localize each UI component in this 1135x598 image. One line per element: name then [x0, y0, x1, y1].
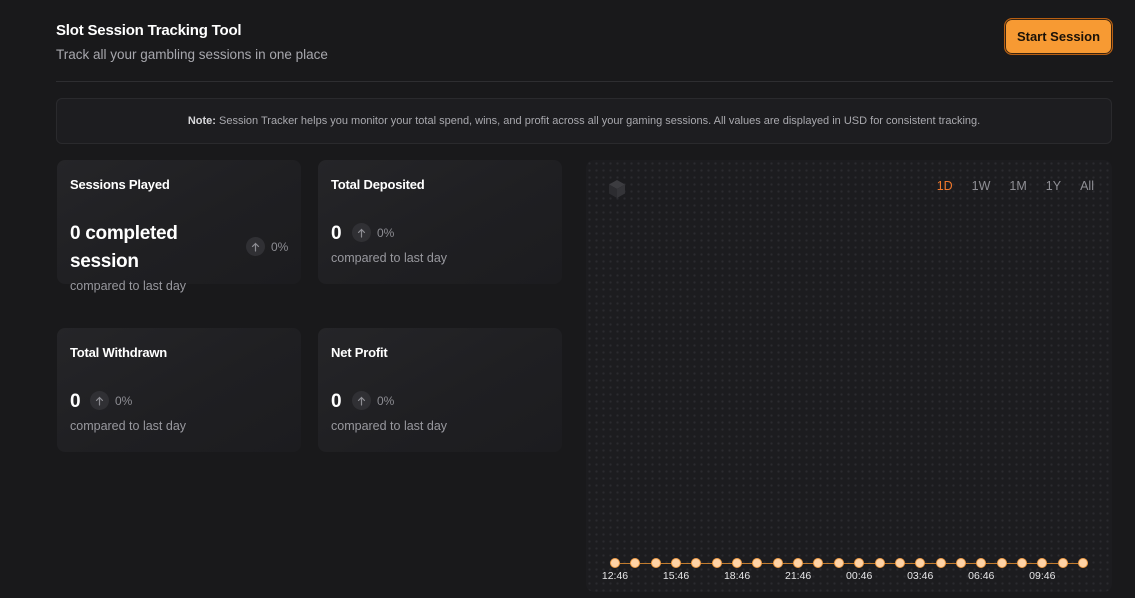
range-1w[interactable]: 1W [972, 179, 991, 193]
time-axis-dot[interactable] [793, 558, 804, 568]
stat-compare: compared to last day [70, 419, 187, 433]
stat-change-value: 0% [271, 239, 289, 254]
chart-panel: 1D 1W 1M 1Y All 12:46 15:46 18:46 21:46 00:46 03:… [586, 160, 1112, 592]
stat-change: 0% [246, 237, 288, 256]
stat-title: Total Withdrawn [70, 345, 168, 360]
time-axis-dot[interactable] [955, 558, 966, 568]
stat-compare: compared to last day [331, 251, 448, 265]
time-axis-dot[interactable] [833, 558, 844, 568]
stat-card-total-deposited: Total Deposited 0 0% compared to last da… [318, 160, 562, 284]
stat-value: 0 [331, 223, 342, 244]
stat-title: Total Deposited [331, 177, 425, 192]
range-1y[interactable]: 1Y [1046, 179, 1061, 193]
time-axis-dot[interactable] [1078, 558, 1088, 568]
session-tracker-page: Slot Session Tracking Tool Track all you… [0, 0, 1135, 598]
time-axis-dot[interactable] [894, 558, 905, 568]
stat-card-total-withdrawn: Total Withdrawn 0 0% compared to last da… [57, 328, 301, 452]
cube-icon [606, 178, 628, 200]
page-header: Slot Session Tracking Tool Track all you… [56, 18, 1113, 82]
time-range-selector: 1D 1W 1M 1Y All [918, 179, 1094, 193]
time-axis-label: 09:46 [1029, 570, 1056, 582]
page-title: Slot Session Tracking Tool [56, 22, 242, 39]
time-axis-label: 00:46 [846, 570, 873, 582]
time-axis-label: 18:46 [723, 570, 751, 582]
stat-card-net-profit: Net Profit 0 0% compared to last day [318, 328, 562, 452]
stat-value-line1: 0 completed [70, 223, 178, 244]
range-1m[interactable]: 1M [1009, 179, 1026, 193]
stat-change-value: 0% [377, 393, 395, 408]
time-axis-dot[interactable] [711, 558, 722, 568]
range-all[interactable]: All [1080, 179, 1094, 193]
stat-value: 0 [331, 391, 342, 412]
page-subtitle: Track all your gambling sessions in one … [56, 47, 328, 62]
stat-compare: compared to last day [331, 419, 448, 433]
time-axis-dot[interactable] [752, 558, 763, 568]
arrow-up-icon [352, 391, 371, 410]
time-axis-dot[interactable] [1037, 558, 1048, 568]
stat-value: 0 completed session [70, 220, 178, 276]
arrow-up-icon [90, 391, 109, 410]
stat-change-value: 0% [115, 393, 133, 408]
time-axis-dot[interactable] [996, 558, 1007, 568]
time-axis-dot[interactable] [854, 558, 865, 568]
time-axis-dot[interactable] [630, 558, 641, 568]
stat-compare: compared to last day [70, 279, 187, 293]
stat-change: 0% [90, 391, 132, 410]
stat-change: 0% [352, 391, 394, 410]
stat-value: 0 [70, 391, 81, 412]
stat-card-sessions-played: Sessions Played 0 completed session 0% c… [57, 160, 301, 293]
time-axis-label: 15:46 [662, 570, 690, 582]
arrow-up-icon [352, 223, 371, 242]
time-axis-label: 12:46 [601, 570, 629, 582]
time-axis-label: 03:46 [907, 570, 934, 582]
time-axis-line [614, 563, 1084, 564]
time-axis-label: 06:46 [968, 570, 995, 582]
note-label: Note: [187, 115, 216, 127]
stat-title: Sessions Played [70, 177, 170, 192]
time-axis-dot[interactable] [915, 558, 926, 568]
note-text: Session Tracker helps you monitor your t… [218, 115, 981, 127]
time-axis-dot[interactable] [732, 558, 743, 568]
stat-change: 0% [352, 223, 394, 242]
stat-change-value: 0% [377, 225, 395, 240]
stat-value-line2: session [70, 251, 139, 272]
time-axis-dot[interactable] [1016, 558, 1027, 568]
time-axis-dot[interactable] [610, 558, 620, 568]
time-axis-dot[interactable] [874, 558, 885, 568]
time-axis-dot[interactable] [671, 558, 682, 568]
time-axis-dot[interactable] [772, 558, 783, 568]
time-axis-dot[interactable] [1057, 558, 1068, 568]
time-axis-dot[interactable] [691, 558, 702, 568]
start-session-button[interactable]: Start Session [1004, 18, 1113, 55]
arrow-up-icon [246, 237, 265, 256]
time-axis-dot[interactable] [976, 558, 987, 568]
time-axis-dot[interactable] [650, 558, 661, 568]
time-axis-dot[interactable] [935, 558, 946, 568]
stat-title: Net Profit [331, 345, 388, 360]
info-note: Note: Session Tracker helps you monitor … [56, 98, 1112, 144]
range-1d[interactable]: 1D [937, 179, 953, 193]
time-axis-dot[interactable] [813, 558, 824, 568]
time-axis-label: 21:46 [784, 570, 812, 582]
